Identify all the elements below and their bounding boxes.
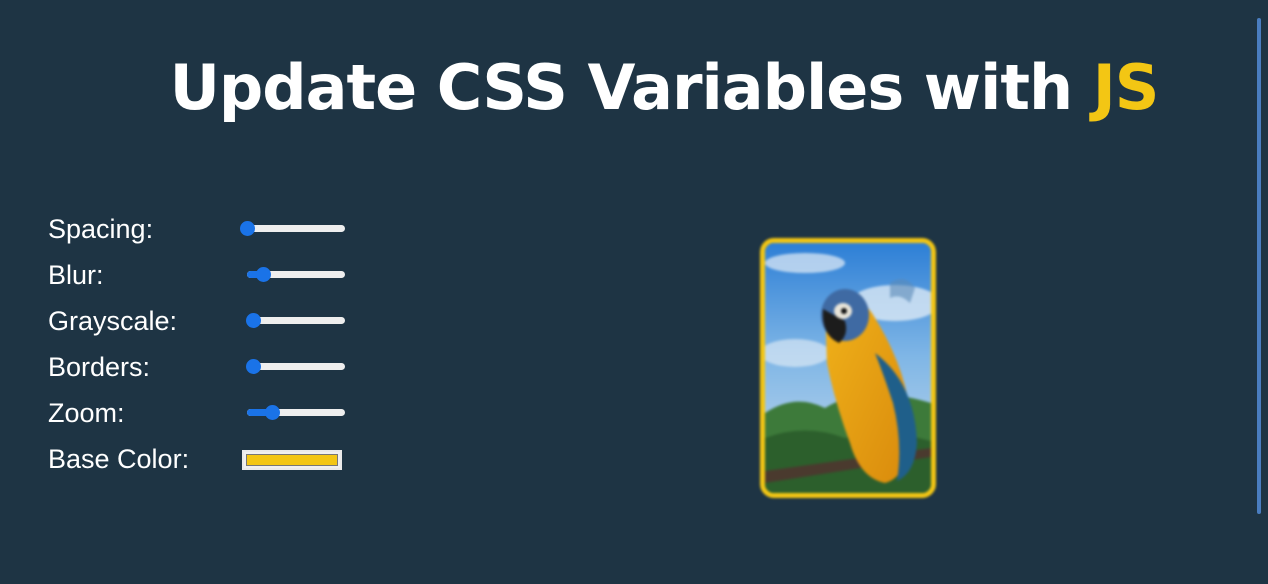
grayscale-label: Grayscale: [48,306,178,336]
blur-slider[interactable] [247,267,345,282]
grayscale-slider[interactable] [245,313,345,328]
spacing-label: Spacing: [48,214,154,244]
control-zoom: Zoom: [48,394,368,440]
borders-slider[interactable] [245,359,345,374]
control-grayscale: Grayscale: [48,302,368,348]
zoom-label: Zoom: [48,398,125,428]
base-color-label: Base Color: [48,444,190,474]
slider-thumb[interactable] [255,267,271,282]
slider-thumb[interactable] [264,405,280,420]
control-borders: Borders: [48,348,368,394]
slider-track [247,225,345,232]
slider-track [247,317,345,324]
control-spacing: Spacing: [48,210,368,256]
control-blur: Blur: [48,256,368,302]
base-color-picker[interactable] [242,450,342,470]
parrot-image [765,243,931,493]
page-title-main: Update CSS Variables with [169,51,1093,124]
page-title-accent: JS [1092,51,1160,124]
parrot-photo [760,238,936,498]
scrollbar[interactable] [1257,18,1261,514]
borders-label: Borders: [48,352,151,382]
slider-track [247,363,345,370]
slider-thumb[interactable] [240,221,255,236]
slider-thumb[interactable] [245,313,261,328]
blur-label: Blur: [48,260,104,290]
zoom-slider[interactable] [247,405,345,420]
page-title: Update CSS Variables with JS [0,48,1268,128]
slider-thumb[interactable] [245,359,261,374]
control-base-color: Base Color: [48,440,368,486]
spacing-slider[interactable] [240,221,345,236]
controls-panel: Spacing: Blur: Grayscale: Borders: Zoom:… [48,210,368,486]
base-color-swatch [246,454,338,466]
